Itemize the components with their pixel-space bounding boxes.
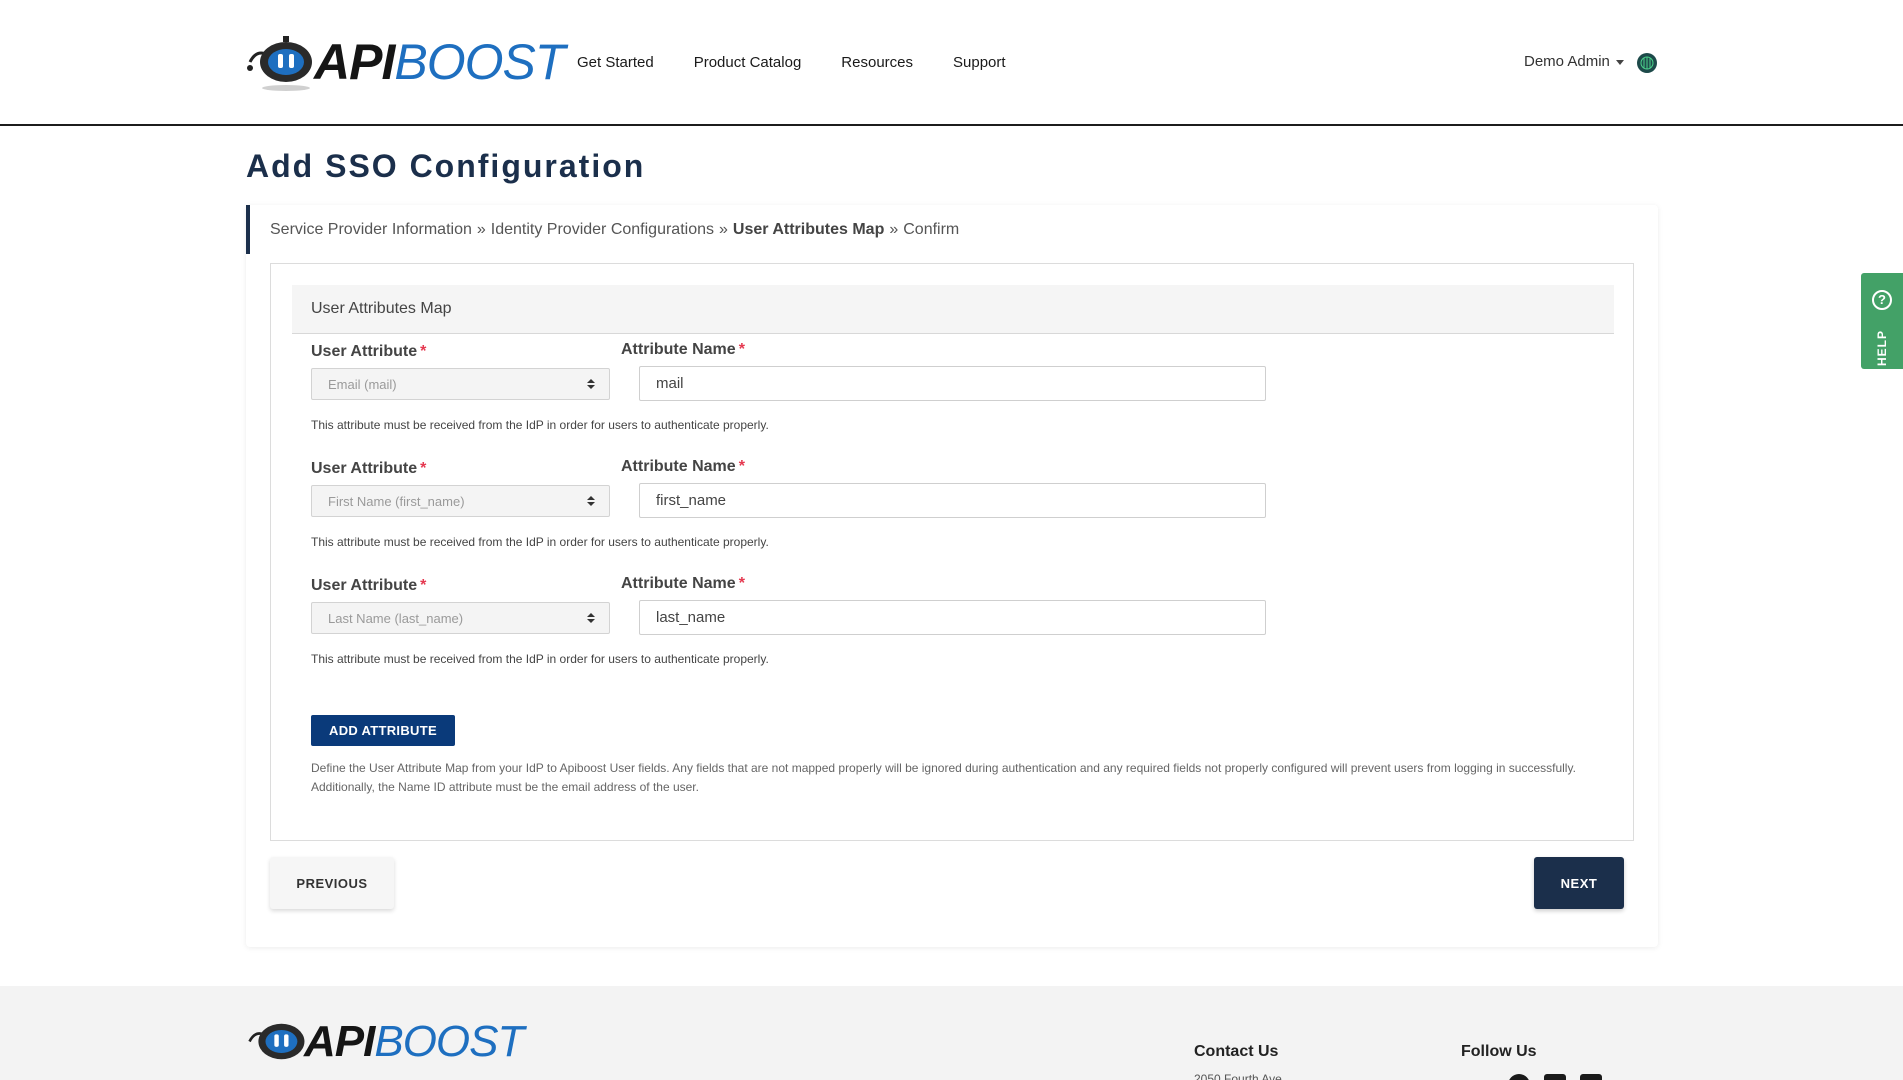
sso-wizard-card: Service Provider Information » Identity …	[246, 205, 1658, 947]
attribute-map-description: Define the User Attribute Map from your …	[311, 761, 1576, 794]
robot-icon	[247, 36, 312, 91]
breadcrumb-step-confirm[interactable]: Confirm	[903, 221, 959, 239]
next-button[interactable]: NEXT	[1534, 857, 1624, 909]
wizard-breadcrumb: Service Provider Information » Identity …	[246, 205, 959, 254]
footer-apiboost-logo[interactable]: APIBOOST	[246, 1014, 536, 1069]
select-arrows-icon	[587, 379, 595, 391]
social-icon[interactable]	[1508, 1074, 1530, 1080]
site-header: APIBOOST Get Started Product Catalog Res…	[0, 0, 1903, 126]
attribute-row: User Attribute * Attribute Name * Last Nam…	[311, 574, 1511, 684]
footer-follow-title: Follow Us	[1461, 1043, 1537, 1060]
language-globe-icon[interactable]	[1637, 53, 1657, 73]
user-attribute-select[interactable]: Last Name (last_name)	[311, 602, 610, 634]
attribute-hint: This attribute must be received from the…	[311, 652, 769, 666]
attribute-name-label: Attribute Name *	[621, 341, 745, 358]
apiboost-logo[interactable]: APIBOOST	[246, 32, 565, 92]
attribute-hint: This attribute must be received from the…	[311, 418, 769, 432]
help-tab[interactable]: ? HELP	[1861, 273, 1903, 369]
globe-icon	[1640, 56, 1654, 70]
site-footer: APIBOOST Contact Us 2050 Fourth Ave Foll…	[0, 986, 1903, 1080]
help-label: HELP	[1875, 329, 1889, 366]
nav-product-catalog[interactable]: Product Catalog	[694, 54, 802, 71]
chevron-down-icon	[1615, 60, 1624, 65]
social-icon[interactable]	[1544, 1074, 1566, 1080]
breadcrumb-separator: »	[719, 220, 728, 238]
logo-wordmark: APIBOOST	[314, 34, 565, 90]
breadcrumb-step-service-provider[interactable]: Service Provider Information	[270, 221, 472, 239]
breadcrumb-separator: »	[476, 220, 486, 238]
nav-resources[interactable]: Resources	[841, 54, 913, 71]
main-nav: Get Started Product Catalog Resources Su…	[577, 54, 1006, 71]
attributes-panel: User Attributes Map User Attribute * Attr…	[270, 263, 1634, 841]
user-attribute-label: User Attribute *	[311, 577, 427, 594]
robot-icon	[248, 1023, 305, 1060]
attribute-name-input[interactable]	[639, 600, 1266, 635]
panel-title: User Attributes Map	[292, 285, 1614, 334]
attribute-name-input[interactable]	[639, 483, 1266, 518]
user-attribute-label: User Attribute *	[311, 460, 427, 477]
breadcrumb-step-user-attributes: User Attributes Map	[732, 220, 885, 238]
attribute-name-label: Attribute Name *	[621, 458, 745, 475]
page-title: Add SSO Configuration	[246, 148, 646, 184]
add-attribute-button[interactable]: ADD ATTRIBUTE	[311, 715, 455, 746]
select-arrows-icon	[587, 613, 595, 625]
attribute-name-input[interactable]	[639, 366, 1266, 401]
footer-contact-title: Contact Us	[1194, 1043, 1279, 1060]
nav-get-started[interactable]: Get Started	[577, 54, 654, 71]
question-circle-icon: ?	[1872, 290, 1892, 310]
attribute-row: User Attribute * Attribute Name * First Na…	[311, 457, 1511, 567]
user-attribute-select[interactable]: First Name (first_name)	[311, 485, 610, 517]
attribute-row: User Attribute * Attribute Name * Email (m…	[311, 340, 1511, 450]
user-attribute-label: User Attribute *	[311, 343, 427, 360]
footer-logo-wordmark: APIBOOST	[304, 1017, 524, 1066]
previous-button[interactable]: PREVIOUS	[270, 857, 394, 909]
nav-support[interactable]: Support	[953, 54, 1006, 71]
attribute-name-label: Attribute Name *	[621, 575, 745, 592]
breadcrumb-separator: »	[889, 220, 899, 238]
footer-address: 2050 Fourth Ave	[1194, 1072, 1282, 1080]
select-arrows-icon	[587, 496, 595, 508]
attribute-hint: This attribute must be received from the…	[311, 535, 769, 549]
user-name: Demo Admin	[1524, 53, 1610, 70]
user-attribute-select[interactable]: Email (mail)	[311, 368, 610, 400]
breadcrumb-step-identity-provider[interactable]: Identity Provider Configurations	[491, 221, 714, 239]
social-icon[interactable]	[1580, 1074, 1602, 1080]
user-menu[interactable]: Demo Admin	[1524, 53, 1624, 70]
